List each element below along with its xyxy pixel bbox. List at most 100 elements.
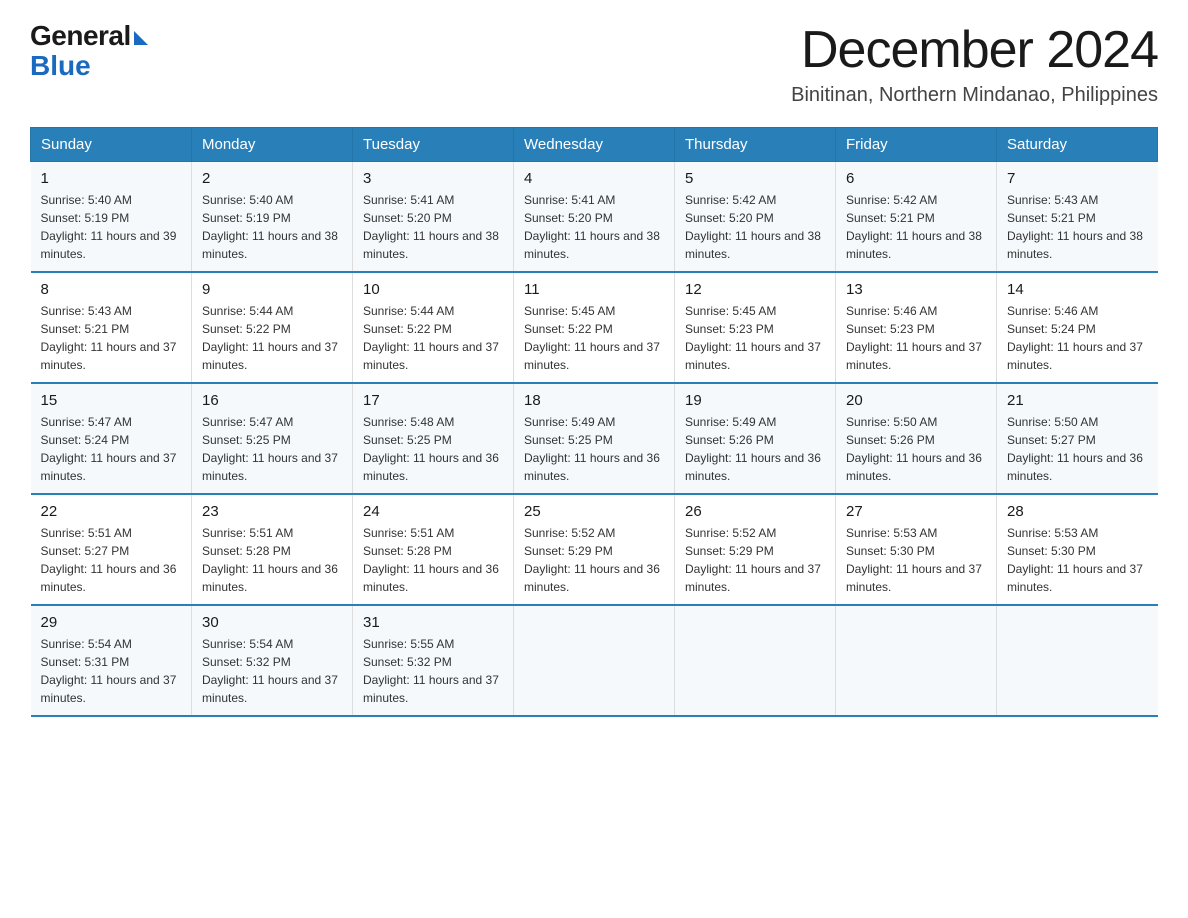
header-tuesday: Tuesday — [353, 128, 514, 162]
header-saturday: Saturday — [997, 128, 1158, 162]
week-row-1: 1 Sunrise: 5:40 AMSunset: 5:19 PMDaylight… — [31, 162, 1158, 273]
calendar-cell — [836, 605, 997, 716]
calendar-cell: 31Sunrise: 5:55 AMSunset: 5:32 PMDayligh… — [353, 605, 514, 716]
calendar-cell: 5Sunrise: 5:42 AMSunset: 5:20 PMDaylight… — [675, 162, 836, 273]
day-number: 17 — [363, 392, 503, 409]
day-info: Sunrise: 5:48 AMSunset: 5:25 PMDaylight:… — [363, 413, 503, 485]
calendar-cell: 29 Sunrise: 5:54 AMSunset: 5:31 PMDayligh… — [31, 605, 192, 716]
week-row-4: 22 Sunrise: 5:51 AMSunset: 5:27 PMDayligh… — [31, 494, 1158, 605]
day-info: Sunrise: 5:46 AMSunset: 5:23 PMDaylight:… — [846, 302, 986, 374]
logo-blue-text: Blue — [30, 50, 91, 82]
title-section: December 2024 Binitinan, Northern Mindan… — [791, 20, 1158, 107]
day-number: 30 — [202, 614, 342, 631]
day-info: Sunrise: 5:54 AMSunset: 5:32 PMDaylight:… — [202, 635, 342, 707]
calendar-cell: 17 Sunrise: 5:48 AMSunset: 5:25 PMDayligh… — [353, 383, 514, 494]
calendar-cell — [997, 605, 1158, 716]
logo-general-text: General — [30, 20, 131, 52]
calendar-cell: 18 Sunrise: 5:49 AMSunset: 5:25 PMDayligh… — [514, 383, 675, 494]
month-title: December 2024 — [791, 20, 1158, 80]
calendar-cell: 11Sunrise: 5:45 AMSunset: 5:22 PMDayligh… — [514, 272, 675, 383]
header-sunday: Sunday — [31, 128, 192, 162]
day-number: 31 — [363, 614, 503, 631]
day-info: Sunrise: 5:51 AMSunset: 5:28 PMDaylight:… — [363, 524, 503, 596]
day-number: 10 — [363, 281, 503, 298]
calendar-cell: 8Sunrise: 5:43 AMSunset: 5:21 PMDaylight… — [31, 272, 192, 383]
calendar-cell: 30 Sunrise: 5:54 AMSunset: 5:32 PMDayligh… — [192, 605, 353, 716]
day-number: 26 — [685, 503, 825, 520]
day-info: Sunrise: 5:41 AMSunset: 5:20 PMDaylight:… — [524, 191, 664, 263]
day-number: 25 — [524, 503, 664, 520]
day-info: Sunrise: 5:54 AMSunset: 5:31 PMDaylight:… — [41, 635, 182, 707]
day-number: 7 — [1007, 170, 1148, 187]
calendar-cell: 2 Sunrise: 5:40 AMSunset: 5:19 PMDaylight… — [192, 162, 353, 273]
day-number: 16 — [202, 392, 342, 409]
calendar-cell: 12Sunrise: 5:45 AMSunset: 5:23 PMDayligh… — [675, 272, 836, 383]
day-info: Sunrise: 5:47 AMSunset: 5:25 PMDaylight:… — [202, 413, 342, 485]
day-info: Sunrise: 5:52 AMSunset: 5:29 PMDaylight:… — [685, 524, 825, 596]
day-number: 18 — [524, 392, 664, 409]
week-row-5: 29 Sunrise: 5:54 AMSunset: 5:31 PMDayligh… — [31, 605, 1158, 716]
day-info: Sunrise: 5:51 AMSunset: 5:28 PMDaylight:… — [202, 524, 342, 596]
day-number: 4 — [524, 170, 664, 187]
calendar-cell: 14 Sunrise: 5:46 AMSunset: 5:24 PMDayligh… — [997, 272, 1158, 383]
day-info: Sunrise: 5:50 AMSunset: 5:26 PMDaylight:… — [846, 413, 986, 485]
day-number: 1 — [41, 170, 182, 187]
day-info: Sunrise: 5:44 AMSunset: 5:22 PMDaylight:… — [202, 302, 342, 374]
day-number: 3 — [363, 170, 503, 187]
day-number: 27 — [846, 503, 986, 520]
day-number: 13 — [846, 281, 986, 298]
calendar-cell — [514, 605, 675, 716]
week-row-3: 15Sunrise: 5:47 AMSunset: 5:24 PMDayligh… — [31, 383, 1158, 494]
day-number: 20 — [846, 392, 986, 409]
calendar-cell: 23 Sunrise: 5:51 AMSunset: 5:28 PMDayligh… — [192, 494, 353, 605]
day-number: 6 — [846, 170, 986, 187]
day-number: 9 — [202, 281, 342, 298]
day-info: Sunrise: 5:53 AMSunset: 5:30 PMDaylight:… — [1007, 524, 1148, 596]
day-number: 8 — [41, 281, 182, 298]
day-info: Sunrise: 5:44 AMSunset: 5:22 PMDaylight:… — [363, 302, 503, 374]
calendar-cell: 3 Sunrise: 5:41 AMSunset: 5:20 PMDaylight… — [353, 162, 514, 273]
day-info: Sunrise: 5:40 AMSunset: 5:19 PMDaylight:… — [41, 191, 182, 263]
calendar-cell: 24 Sunrise: 5:51 AMSunset: 5:28 PMDayligh… — [353, 494, 514, 605]
day-number: 11 — [524, 281, 664, 298]
calendar-cell: 19 Sunrise: 5:49 AMSunset: 5:26 PMDayligh… — [675, 383, 836, 494]
day-number: 2 — [202, 170, 342, 187]
day-number: 29 — [41, 614, 182, 631]
day-info: Sunrise: 5:41 AMSunset: 5:20 PMDaylight:… — [363, 191, 503, 263]
calendar-table: SundayMondayTuesdayWednesdayThursdayFrid… — [30, 127, 1158, 717]
calendar-cell: 4 Sunrise: 5:41 AMSunset: 5:20 PMDaylight… — [514, 162, 675, 273]
day-number: 14 — [1007, 281, 1148, 298]
day-info: Sunrise: 5:42 AMSunset: 5:21 PMDaylight:… — [846, 191, 986, 263]
calendar-cell — [675, 605, 836, 716]
day-info: Sunrise: 5:40 AMSunset: 5:19 PMDaylight:… — [202, 191, 342, 263]
calendar-cell: 15Sunrise: 5:47 AMSunset: 5:24 PMDayligh… — [31, 383, 192, 494]
calendar-cell: 13 Sunrise: 5:46 AMSunset: 5:23 PMDayligh… — [836, 272, 997, 383]
day-info: Sunrise: 5:46 AMSunset: 5:24 PMDaylight:… — [1007, 302, 1148, 374]
day-number: 22 — [41, 503, 182, 520]
day-info: Sunrise: 5:52 AMSunset: 5:29 PMDaylight:… — [524, 524, 664, 596]
logo: General Blue — [30, 20, 148, 82]
day-info: Sunrise: 5:50 AMSunset: 5:27 PMDaylight:… — [1007, 413, 1148, 485]
calendar-cell: 22 Sunrise: 5:51 AMSunset: 5:27 PMDayligh… — [31, 494, 192, 605]
calendar-cell: 10 Sunrise: 5:44 AMSunset: 5:22 PMDayligh… — [353, 272, 514, 383]
calendar-cell: 7Sunrise: 5:43 AMSunset: 5:21 PMDaylight… — [997, 162, 1158, 273]
day-number: 5 — [685, 170, 825, 187]
logo-arrow-icon — [134, 31, 148, 45]
location-text: Binitinan, Northern Mindanao, Philippine… — [791, 84, 1158, 107]
calendar-cell: 27 Sunrise: 5:53 AMSunset: 5:30 PMDayligh… — [836, 494, 997, 605]
calendar-cell: 1 Sunrise: 5:40 AMSunset: 5:19 PMDaylight… — [31, 162, 192, 273]
calendar-cell: 6 Sunrise: 5:42 AMSunset: 5:21 PMDaylight… — [836, 162, 997, 273]
header-wednesday: Wednesday — [514, 128, 675, 162]
day-info: Sunrise: 5:53 AMSunset: 5:30 PMDaylight:… — [846, 524, 986, 596]
day-number: 24 — [363, 503, 503, 520]
calendar-cell: 25 Sunrise: 5:52 AMSunset: 5:29 PMDayligh… — [514, 494, 675, 605]
day-number: 19 — [685, 392, 825, 409]
calendar-cell: 21Sunrise: 5:50 AMSunset: 5:27 PMDayligh… — [997, 383, 1158, 494]
day-number: 23 — [202, 503, 342, 520]
calendar-cell: 26 Sunrise: 5:52 AMSunset: 5:29 PMDayligh… — [675, 494, 836, 605]
day-info: Sunrise: 5:49 AMSunset: 5:25 PMDaylight:… — [524, 413, 664, 485]
day-number: 12 — [685, 281, 825, 298]
day-info: Sunrise: 5:51 AMSunset: 5:27 PMDaylight:… — [41, 524, 182, 596]
day-info: Sunrise: 5:49 AMSunset: 5:26 PMDaylight:… — [685, 413, 825, 485]
day-info: Sunrise: 5:47 AMSunset: 5:24 PMDaylight:… — [41, 413, 182, 485]
